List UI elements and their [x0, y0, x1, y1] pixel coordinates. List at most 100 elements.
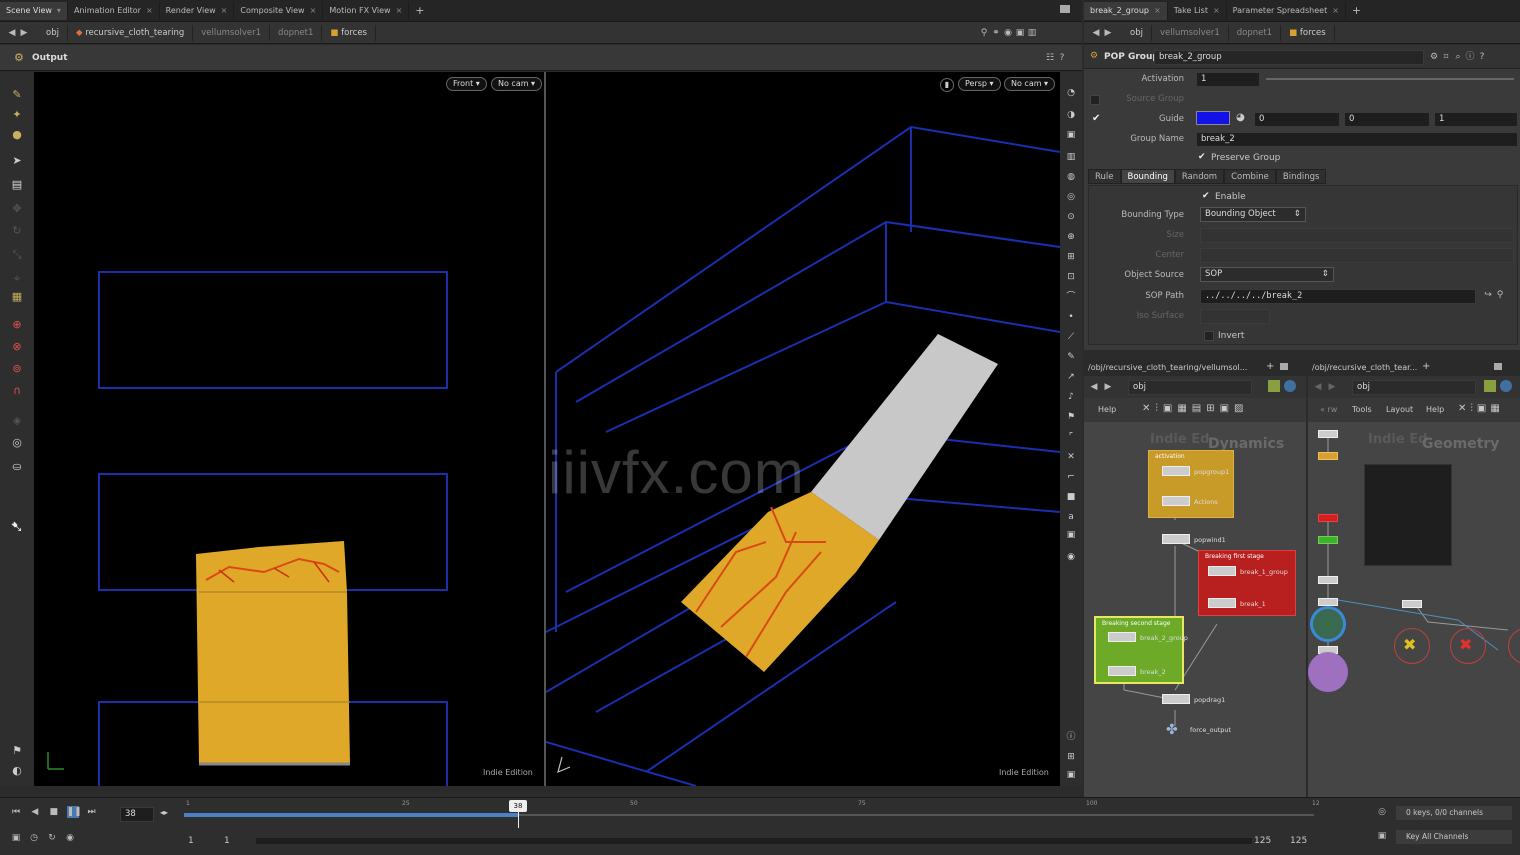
pencil-icon[interactable]: ✎	[1063, 350, 1079, 364]
enable-checkbox[interactable]: ✔	[1202, 191, 1210, 201]
range-start-2[interactable]: 1	[224, 836, 230, 846]
display-icon[interactable]: ▣	[1014, 27, 1026, 39]
geo-node[interactable]	[1318, 536, 1338, 544]
current-frame-field[interactable]: 38	[120, 807, 154, 822]
geo-node[interactable]	[1318, 430, 1338, 438]
range-end[interactable]: 125	[1254, 836, 1271, 846]
bg-icon[interactable]: ▥	[1063, 150, 1079, 164]
close-icon[interactable]: ×	[1154, 6, 1161, 15]
tab-scene-view[interactable]: Scene View ▾	[0, 1, 68, 20]
pin-icon[interactable]: ⚲	[978, 27, 990, 39]
close-icon[interactable]: ▾	[57, 6, 61, 15]
activation-field[interactable]: 1	[1196, 72, 1260, 87]
gear-icon[interactable]: ⚙	[1428, 51, 1440, 63]
tab-combine[interactable]: Combine	[1224, 169, 1276, 184]
key-icon[interactable]: ◎	[1376, 806, 1388, 818]
edit-icon[interactable]: ⌗	[1440, 51, 1452, 63]
square-icon[interactable]: ■	[1063, 490, 1079, 504]
source-group-checkbox[interactable]	[1090, 95, 1100, 105]
tab-render-view[interactable]: Render View ×	[160, 1, 235, 20]
display-options-icon[interactable]: ◔	[1063, 86, 1079, 100]
popwind1-node[interactable]	[1162, 534, 1190, 544]
keys-status[interactable]: 0 keys, 0/0 channels	[1396, 806, 1512, 820]
record-icon[interactable]: ◉	[64, 832, 76, 844]
brush-tool-icon[interactable]: ●	[8, 126, 26, 144]
abc-icon[interactable]: a	[1063, 510, 1079, 524]
pause-icon[interactable]: ❚❚	[66, 806, 82, 818]
back-arrow-icon[interactable]: ◀	[6, 27, 18, 39]
front-viewport[interactable]: Front ▾ No cam ▾ Indie Edition	[34, 72, 544, 786]
snap-icon[interactable]: ⊕	[1063, 230, 1079, 244]
break-2-node[interactable]	[1108, 666, 1136, 676]
pose-tool-icon[interactable]: ▦	[8, 288, 26, 306]
channel-icon[interactable]: ▣	[1376, 830, 1388, 842]
camera-menu-button[interactable]: No cam ▾	[1004, 77, 1056, 91]
magnet-tool-icon[interactable]: ∩	[8, 382, 26, 400]
iso-surface-field[interactable]	[1200, 309, 1270, 324]
jump-start-icon[interactable]: ⏮	[10, 806, 22, 818]
render-icon[interactable]: ◐	[8, 762, 26, 780]
persp-viewport[interactable]: ▮ Persp ▾ No cam ▾ Indie Edition	[546, 72, 1060, 786]
guide-g-field[interactable]: 0	[1344, 112, 1430, 127]
range-start[interactable]: 1	[188, 836, 194, 846]
lock-icon[interactable]: ▮	[940, 78, 954, 92]
point-icon[interactable]: ⊡	[1063, 270, 1079, 284]
bounding-type-select[interactable]: Bounding Object ⇕	[1200, 207, 1306, 222]
back-arrow-icon[interactable]: ◀	[1090, 27, 1102, 39]
node-chooser-icon[interactable]: ⚲	[1494, 289, 1506, 301]
break-2-group-node[interactable]	[1108, 632, 1136, 642]
layout-grid-icon[interactable]: ⊞	[1063, 750, 1079, 764]
guide-r-field[interactable]: 0	[1254, 112, 1340, 127]
tab-bounding[interactable]: Bounding	[1120, 169, 1175, 184]
geo-node[interactable]	[1318, 576, 1338, 584]
tab-take-list[interactable]: Take List ×	[1168, 1, 1227, 20]
guide-checkbox[interactable]: ✔	[1092, 113, 1100, 124]
breadcrumb-obj[interactable]: obj	[1122, 24, 1152, 41]
shading-icon[interactable]: ◑	[1063, 108, 1079, 122]
tab-motion-fx-view[interactable]: Motion FX View ×	[323, 1, 410, 20]
view-options-icon[interactable]: ☷?	[1044, 52, 1068, 64]
add-tab-button[interactable]: +	[1346, 2, 1367, 20]
info-icon[interactable]: ⓘ	[1063, 730, 1079, 744]
breadcrumb-recursive-cloth-tearing[interactable]: ◆ recursive_cloth_tearing	[68, 24, 194, 41]
pin-tool-icon[interactable]: ⊚	[8, 360, 26, 378]
step-arrows[interactable]: ◂▸	[160, 808, 168, 817]
network-pane-geometry[interactable]: /obj/recursive_cloth_tear... + ◀ ▶ obj «…	[1308, 360, 1520, 797]
actions-node[interactable]	[1162, 496, 1190, 506]
eye-icon[interactable]: ◉	[1063, 550, 1079, 564]
invert-checkbox[interactable]	[1204, 331, 1214, 341]
help-icon[interactable]: ?	[1476, 51, 1488, 63]
snap-icon[interactable]: ⚑	[8, 742, 26, 760]
drag-tool-icon[interactable]: ⊗	[8, 338, 26, 356]
audio-icon[interactable]: ▣	[10, 832, 22, 844]
breadcrumb-vellumsolver1[interactable]: vellumsolver1	[1152, 24, 1229, 41]
break-1-node[interactable]	[1208, 598, 1236, 608]
flag-icon[interactable]: ⚑	[1063, 410, 1079, 424]
lock-camera-icon[interactable]: ▣	[1063, 128, 1079, 142]
close-icon[interactable]: ×	[310, 6, 317, 15]
light-tool-icon[interactable]: ⛀	[8, 458, 26, 476]
range-slider[interactable]	[256, 838, 1252, 844]
close-icon[interactable]: ×	[1213, 6, 1220, 15]
select-tool-icon[interactable]: ✎	[8, 86, 26, 104]
orbit-tool-icon[interactable]: ◎	[8, 434, 26, 452]
breadcrumb-obj[interactable]: obj	[38, 24, 68, 41]
viewport-icon[interactable]: ▣	[1063, 768, 1079, 782]
color-picker-icon[interactable]: ◕	[1236, 112, 1245, 123]
guide-b-field[interactable]: 1	[1434, 112, 1518, 127]
scale-tool-icon[interactable]: ⤡	[8, 246, 26, 264]
guide-icon[interactable]: ◍	[1063, 170, 1079, 184]
jump-end-icon[interactable]: ⏭	[86, 806, 98, 818]
group-name-field[interactable]: break_2	[1196, 132, 1518, 147]
volume-icon[interactable]: ♪	[1063, 390, 1079, 404]
loop-icon[interactable]: ↻	[46, 832, 58, 844]
object-source-select[interactable]: SOP ⇕	[1200, 267, 1334, 282]
add-tab-button[interactable]: +	[409, 2, 430, 20]
activation-netbox[interactable]: activation	[1148, 450, 1234, 518]
realtime-icon[interactable]: ◷	[28, 832, 40, 844]
playhead[interactable]: 38	[509, 800, 527, 812]
ghost-icon[interactable]: ⊙	[1063, 210, 1079, 224]
view-menu-button[interactable]: Persp ▾	[958, 77, 1001, 91]
search-icon[interactable]: ⌕	[1452, 51, 1464, 63]
jump-icon[interactable]: ↪	[1482, 289, 1494, 301]
